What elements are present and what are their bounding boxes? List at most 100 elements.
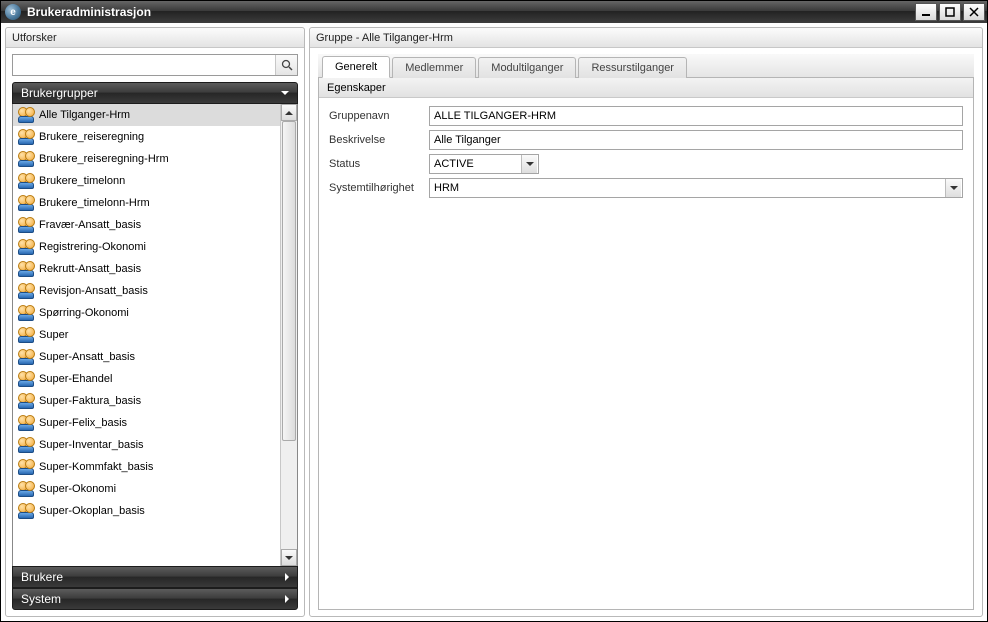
minimize-button[interactable]	[915, 3, 937, 21]
chevron-down-icon	[281, 91, 289, 95]
group-list: Alle Tilganger-Hrm Brukere_reiseregning Br…	[13, 104, 280, 566]
accordion-brukere[interactable]: Brukere	[12, 566, 298, 588]
combo-status-button[interactable]	[521, 155, 537, 173]
group-list-item-label: Brukere_timelonn	[39, 175, 125, 187]
input-beskrivelse[interactable]	[429, 130, 963, 150]
group-icon	[17, 393, 35, 409]
group-icon	[17, 327, 35, 343]
group-icon	[17, 151, 35, 167]
chevron-right-icon	[285, 573, 289, 581]
combo-status-value: ACTIVE	[434, 158, 474, 170]
group-list-item-label: Brukere_timelonn-Hrm	[39, 197, 150, 209]
group-icon	[17, 371, 35, 387]
group-icon	[17, 129, 35, 145]
tab-ressurstilganger[interactable]: Ressurstilganger	[578, 57, 687, 78]
group-list-item[interactable]: Rekrutt-Ansatt_basis	[13, 258, 280, 280]
group-list-item-label: Super	[39, 329, 68, 341]
chevron-down-icon	[285, 556, 293, 560]
scroll-thumb[interactable]	[282, 121, 296, 441]
scroll-up-button[interactable]	[281, 104, 297, 121]
combo-status[interactable]: ACTIVE	[429, 154, 539, 174]
group-list-item[interactable]: Super-Inventar_basis	[13, 434, 280, 456]
tab-modultilganger[interactable]: Modultilganger	[478, 57, 576, 78]
group-icon	[17, 261, 35, 277]
chevron-down-icon	[526, 162, 534, 166]
window-title: Brukeradministrasjon	[27, 5, 151, 19]
group-list-item-label: Super-Okonomi	[39, 483, 116, 495]
maximize-button[interactable]	[939, 3, 961, 21]
group-list-item[interactable]: Brukere_timelonn-Hrm	[13, 192, 280, 214]
group-list-item[interactable]: Super	[13, 324, 280, 346]
group-list-item-label: Alle Tilganger-Hrm	[39, 109, 130, 121]
group-icon	[17, 239, 35, 255]
tab-panel-generelt: Egenskaper Gruppenavn Beskrivelse Status	[318, 78, 974, 610]
group-icon	[17, 415, 35, 431]
group-icon	[17, 503, 35, 519]
group-list-item[interactable]: Brukere_reiseregning	[13, 126, 280, 148]
group-list-item-label: Brukere_reiseregning-Hrm	[39, 153, 169, 165]
close-button[interactable]	[963, 3, 985, 21]
group-list-item[interactable]: Spørring-Okonomi	[13, 302, 280, 324]
scrollbar[interactable]	[280, 104, 297, 566]
group-list-item[interactable]: Super-Okonomi	[13, 478, 280, 500]
group-list-item[interactable]: Alle Tilganger-Hrm	[13, 104, 280, 126]
chevron-right-icon	[285, 595, 289, 603]
combo-systemtilhorighet[interactable]: HRM	[429, 178, 963, 198]
group-list-item[interactable]: Brukere_reiseregning-Hrm	[13, 148, 280, 170]
chevron-down-icon	[950, 186, 958, 190]
group-icon	[17, 283, 35, 299]
group-list-item[interactable]: Super-Ansatt_basis	[13, 346, 280, 368]
group-list-item-label: Registrering-Okonomi	[39, 241, 146, 253]
group-list-item[interactable]: Super-Kommfakt_basis	[13, 456, 280, 478]
group-icon	[17, 173, 35, 189]
combo-systemtilhorighet-value: HRM	[434, 182, 459, 194]
group-list-item-label: Super-Kommfakt_basis	[39, 461, 153, 473]
accordion-system[interactable]: System	[12, 588, 298, 610]
scroll-down-button[interactable]	[281, 549, 297, 566]
group-icon	[17, 437, 35, 453]
search-button[interactable]	[275, 55, 297, 75]
group-list-item[interactable]: Brukere_timelonn	[13, 170, 280, 192]
group-list-item[interactable]: Revisjon-Ansatt_basis	[13, 280, 280, 302]
group-list-item[interactable]: Super-Felix_basis	[13, 412, 280, 434]
accordion-brukergrupper[interactable]: Brukergrupper	[12, 82, 298, 104]
group-icon	[17, 349, 35, 365]
group-list-item-label: Fravær-Ansatt_basis	[39, 219, 141, 231]
group-icon	[17, 195, 35, 211]
close-icon	[969, 7, 979, 17]
group-list-item-label: Super-Ehandel	[39, 373, 112, 385]
app-window: e Brukeradministrasjon Utforsker	[0, 0, 988, 622]
group-icon	[17, 459, 35, 475]
explorer-title: Utforsker	[6, 28, 304, 48]
detail-title: Gruppe - Alle Tilganger-Hrm	[310, 28, 982, 48]
detail-panel: Gruppe - Alle Tilganger-Hrm Generelt Med…	[309, 27, 983, 617]
group-list-item-label: Super-Inventar_basis	[39, 439, 144, 451]
group-list-item-label: Super-Ansatt_basis	[39, 351, 135, 363]
group-list-item-label: Super-Faktura_basis	[39, 395, 141, 407]
titlebar[interactable]: e Brukeradministrasjon	[1, 1, 987, 23]
input-gruppenavn[interactable]	[429, 106, 963, 126]
chevron-up-icon	[285, 111, 293, 115]
group-list-item[interactable]: Super-Faktura_basis	[13, 390, 280, 412]
group-icon	[17, 217, 35, 233]
label-status: Status	[329, 158, 429, 170]
tab-medlemmer[interactable]: Medlemmer	[392, 57, 476, 78]
maximize-icon	[945, 7, 955, 17]
explorer-panel: Utforsker Brukergrupper Alle Tilganger-H…	[5, 27, 305, 617]
group-list-item[interactable]: Fravær-Ansatt_basis	[13, 214, 280, 236]
search-input[interactable]	[13, 55, 275, 75]
group-list-item[interactable]: Registrering-Okonomi	[13, 236, 280, 258]
group-list-item-label: Super-Felix_basis	[39, 417, 127, 429]
label-gruppenavn: Gruppenavn	[329, 110, 429, 122]
group-list-item[interactable]: Super-Ehandel	[13, 368, 280, 390]
group-list-item-label: Revisjon-Ansatt_basis	[39, 285, 148, 297]
tab-generelt[interactable]: Generelt	[322, 56, 390, 78]
group-list-item-label: Spørring-Okonomi	[39, 307, 129, 319]
label-beskrivelse: Beskrivelse	[329, 134, 429, 146]
combo-systemtilhorighet-button[interactable]	[945, 179, 961, 197]
group-list-item[interactable]: Super-Okoplan_basis	[13, 500, 280, 522]
fieldset-title: Egenskaper	[319, 78, 973, 98]
group-list-item-label: Super-Okoplan_basis	[39, 505, 145, 517]
group-icon	[17, 305, 35, 321]
accordion-label: Brukergrupper	[21, 86, 98, 100]
